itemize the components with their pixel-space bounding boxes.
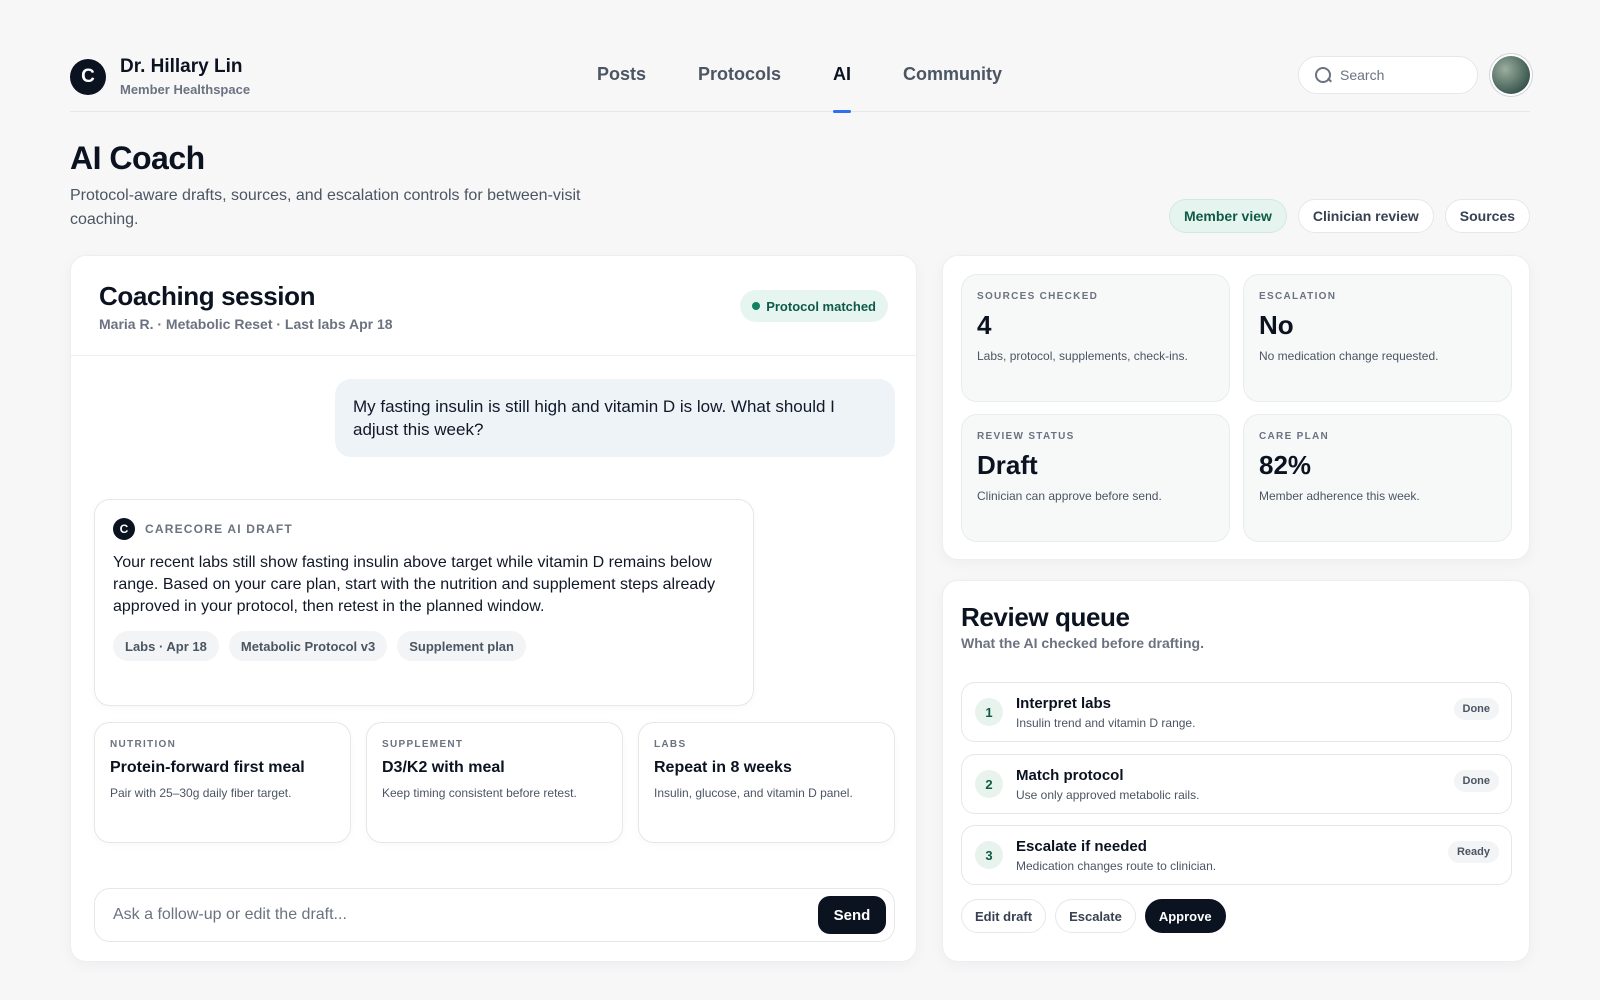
queue-item-match-protocol[interactable]: 2 Match protocol Use only approved metab… [961, 754, 1512, 814]
status-dot-icon [752, 302, 761, 310]
source-tag-supplement[interactable]: Supplement plan [397, 631, 526, 661]
ai-draft-message: C CARECORE AI DRAFT Your recent labs sti… [94, 499, 754, 706]
stat-value: Draft [977, 450, 1038, 480]
stat-label: SOURCES CHECKED [977, 291, 1099, 302]
message-composer: Send [94, 888, 895, 942]
nav-community[interactable]: Community [903, 64, 1002, 112]
ai-draft-label: CARECORE AI DRAFT [145, 522, 293, 536]
recommendation-title: Repeat in 8 weeks [654, 759, 792, 776]
stat-escalation: ESCALATION No No medication change reque… [1243, 274, 1512, 402]
step-number: 3 [975, 841, 1003, 869]
stat-value: 4 [977, 310, 992, 340]
stat-desc: Member adherence this week. [1259, 489, 1420, 503]
recommendation-desc: Insulin, glucose, and vitamin D panel. [654, 786, 853, 800]
protocol-matched-badge: Protocol matched [740, 290, 888, 322]
step-number: 1 [975, 698, 1003, 726]
recommendation-eyebrow: LABS [654, 739, 687, 750]
queue-item-desc: Medication changes route to clinician. [1016, 859, 1217, 873]
brand-subtitle: Member Healthspace [120, 82, 251, 97]
carecore-logo-icon: C [113, 518, 135, 540]
escalate-button[interactable]: Escalate [1055, 899, 1136, 933]
search-input[interactable] [1340, 67, 1460, 83]
user-avatar[interactable] [1492, 56, 1530, 94]
queue-item-desc: Insulin trend and vitamin D range. [1016, 716, 1196, 730]
page-subtitle: Protocol-aware drafts, sources, and esca… [70, 187, 581, 228]
review-queue-title: Review queue [961, 602, 1130, 632]
ai-draft-text: Your recent labs still show fasting insu… [113, 554, 716, 615]
nav-protocols[interactable]: Protocols [698, 64, 781, 112]
top-navigation-bar: C Dr. Hillary Lin Member Healthspace Pos… [70, 50, 1530, 113]
send-button[interactable]: Send [818, 896, 886, 934]
queue-item-title: Escalate if needed [1016, 838, 1147, 855]
stat-value: No [1259, 310, 1294, 340]
brand-logo: C [70, 58, 106, 95]
user-message: My fasting insulin is still high and vit… [335, 379, 895, 457]
protocol-badge-label: Protocol matched [766, 298, 876, 314]
queue-item-desc: Use only approved metabolic rails. [1016, 788, 1200, 802]
review-queue-card: Review queue What the AI checked before … [942, 580, 1530, 962]
queue-item-title: Interpret labs [1016, 695, 1112, 712]
stat-care-plan: CARE PLAN 82% Member adherence this week… [1243, 414, 1512, 542]
recommendation-desc: Keep timing consistent before retest. [382, 786, 577, 800]
nav-posts[interactable]: Posts [597, 64, 646, 112]
approve-button[interactable]: Approve [1144, 899, 1226, 933]
queue-item-escalate[interactable]: 3 Escalate if needed Medication changes … [961, 825, 1512, 885]
brand-name: Dr. Hillary Lin [120, 56, 243, 77]
session-stats-card: SOURCES CHECKED 4 Labs, protocol, supple… [942, 255, 1530, 560]
recommendation-title: Protein-forward first meal [110, 759, 305, 776]
view-toggle: Member view Clinician review Sources [1168, 199, 1530, 233]
session-meta: Maria R. · Metabolic Reset · Last labs A… [99, 316, 393, 332]
ai-draft-header: C CARECORE AI DRAFT [113, 518, 293, 540]
stat-desc: No medication change requested. [1259, 349, 1439, 363]
search-box[interactable] [1298, 56, 1478, 94]
recommendation-cards: NUTRITION Protein-forward first meal Pai… [94, 722, 895, 843]
main-nav: Posts Protocols AI Community [597, 64, 1002, 113]
recommendation-card-supplement[interactable]: SUPPLEMENT D3/K2 with meal Keep timing c… [366, 722, 623, 843]
brand[interactable]: C Dr. Hillary Lin Member Healthspace [70, 56, 250, 97]
step-number: 2 [975, 770, 1003, 798]
recommendation-desc: Pair with 25–30g daily fiber target. [110, 786, 292, 800]
stat-desc: Clinician can approve before send. [977, 489, 1162, 503]
composer-input[interactable] [113, 906, 713, 924]
queue-item-title: Match protocol [1016, 767, 1124, 784]
status-badge: Done [1453, 698, 1499, 720]
queue-item-interpret-labs[interactable]: 1 Interpret labs Insulin trend and vitam… [961, 682, 1512, 742]
status-badge: Done [1453, 770, 1499, 792]
search-icon [1315, 66, 1332, 84]
sources-button[interactable]: Sources [1444, 199, 1530, 233]
review-queue-subtitle: What the AI checked before drafting. [961, 635, 1204, 651]
nav-ai[interactable]: AI [833, 64, 852, 113]
recommendation-title: D3/K2 with meal [382, 759, 505, 776]
recommendation-eyebrow: NUTRITION [110, 739, 177, 750]
recommendation-card-nutrition[interactable]: NUTRITION Protein-forward first meal Pai… [94, 722, 351, 843]
stat-label: REVIEW STATUS [977, 431, 1075, 442]
stat-sources-checked: SOURCES CHECKED 4 Labs, protocol, supple… [961, 274, 1230, 402]
session-header: Coaching session Maria R. · Metabolic Re… [71, 256, 916, 356]
recommendation-card-labs[interactable]: LABS Repeat in 8 weeks Insulin, glucose,… [638, 722, 895, 843]
page-title: AI Coach [70, 140, 205, 176]
stat-label: ESCALATION [1259, 291, 1337, 302]
stat-review-status: REVIEW STATUS Draft Clinician can approv… [961, 414, 1230, 542]
session-title: Coaching session [99, 281, 316, 311]
status-badge: Ready [1447, 841, 1499, 863]
brand-text: Dr. Hillary Lin Member Healthspace [120, 56, 250, 97]
stat-desc: Labs, protocol, supplements, check-ins. [977, 349, 1188, 363]
review-actions: Edit draft Escalate Approve [961, 899, 1226, 933]
source-tags: Labs · Apr 18 Metabolic Protocol v3 Supp… [113, 631, 526, 661]
stat-value: 82% [1259, 450, 1312, 480]
member-view-button[interactable]: Member view [1168, 199, 1287, 233]
recommendation-eyebrow: SUPPLEMENT [382, 739, 464, 750]
source-tag-labs[interactable]: Labs · Apr 18 [113, 631, 219, 661]
coaching-session-card: Coaching session Maria R. · Metabolic Re… [70, 255, 917, 962]
source-tag-protocol[interactable]: Metabolic Protocol v3 [228, 631, 388, 661]
edit-draft-button[interactable]: Edit draft [961, 899, 1047, 933]
clinician-review-button[interactable]: Clinician review [1297, 199, 1434, 233]
stat-label: CARE PLAN [1259, 431, 1330, 442]
